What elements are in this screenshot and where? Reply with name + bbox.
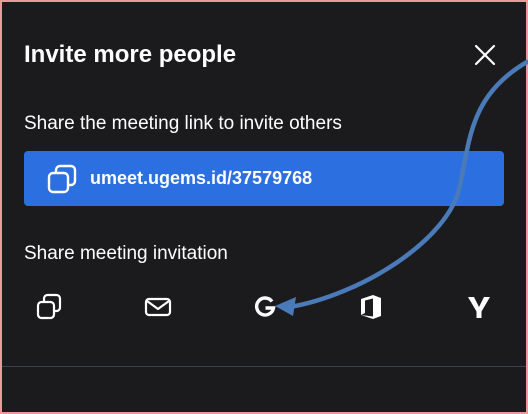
google-icon xyxy=(254,296,276,317)
dialog-title: Invite more people xyxy=(24,41,237,68)
close-button[interactable] xyxy=(472,42,498,68)
mail-icon xyxy=(144,297,172,317)
meeting-link-label: Share the meeting link to invite others xyxy=(24,113,342,134)
dialog-divider xyxy=(2,366,526,367)
office-icon xyxy=(361,295,381,319)
yahoo-icon xyxy=(468,297,490,318)
invite-dialog: Invite more people Share the meeting lin… xyxy=(0,0,528,414)
meeting-link-url: umeet.ugems.id/37579768 xyxy=(90,168,313,188)
google-invitation-button[interactable] xyxy=(250,292,280,322)
email-invitation-button[interactable] xyxy=(143,292,173,322)
meeting-link-button[interactable]: umeet.ugems.id/37579768 xyxy=(24,151,504,206)
yahoo-invitation-button[interactable] xyxy=(464,292,494,322)
share-invitation-label: Share meeting invitation xyxy=(24,243,228,264)
copy-icon xyxy=(36,293,62,320)
close-icon xyxy=(474,44,496,66)
copy-icon xyxy=(47,164,77,194)
copy-invitation-button[interactable] xyxy=(34,292,64,322)
office-invitation-button[interactable] xyxy=(356,292,386,322)
